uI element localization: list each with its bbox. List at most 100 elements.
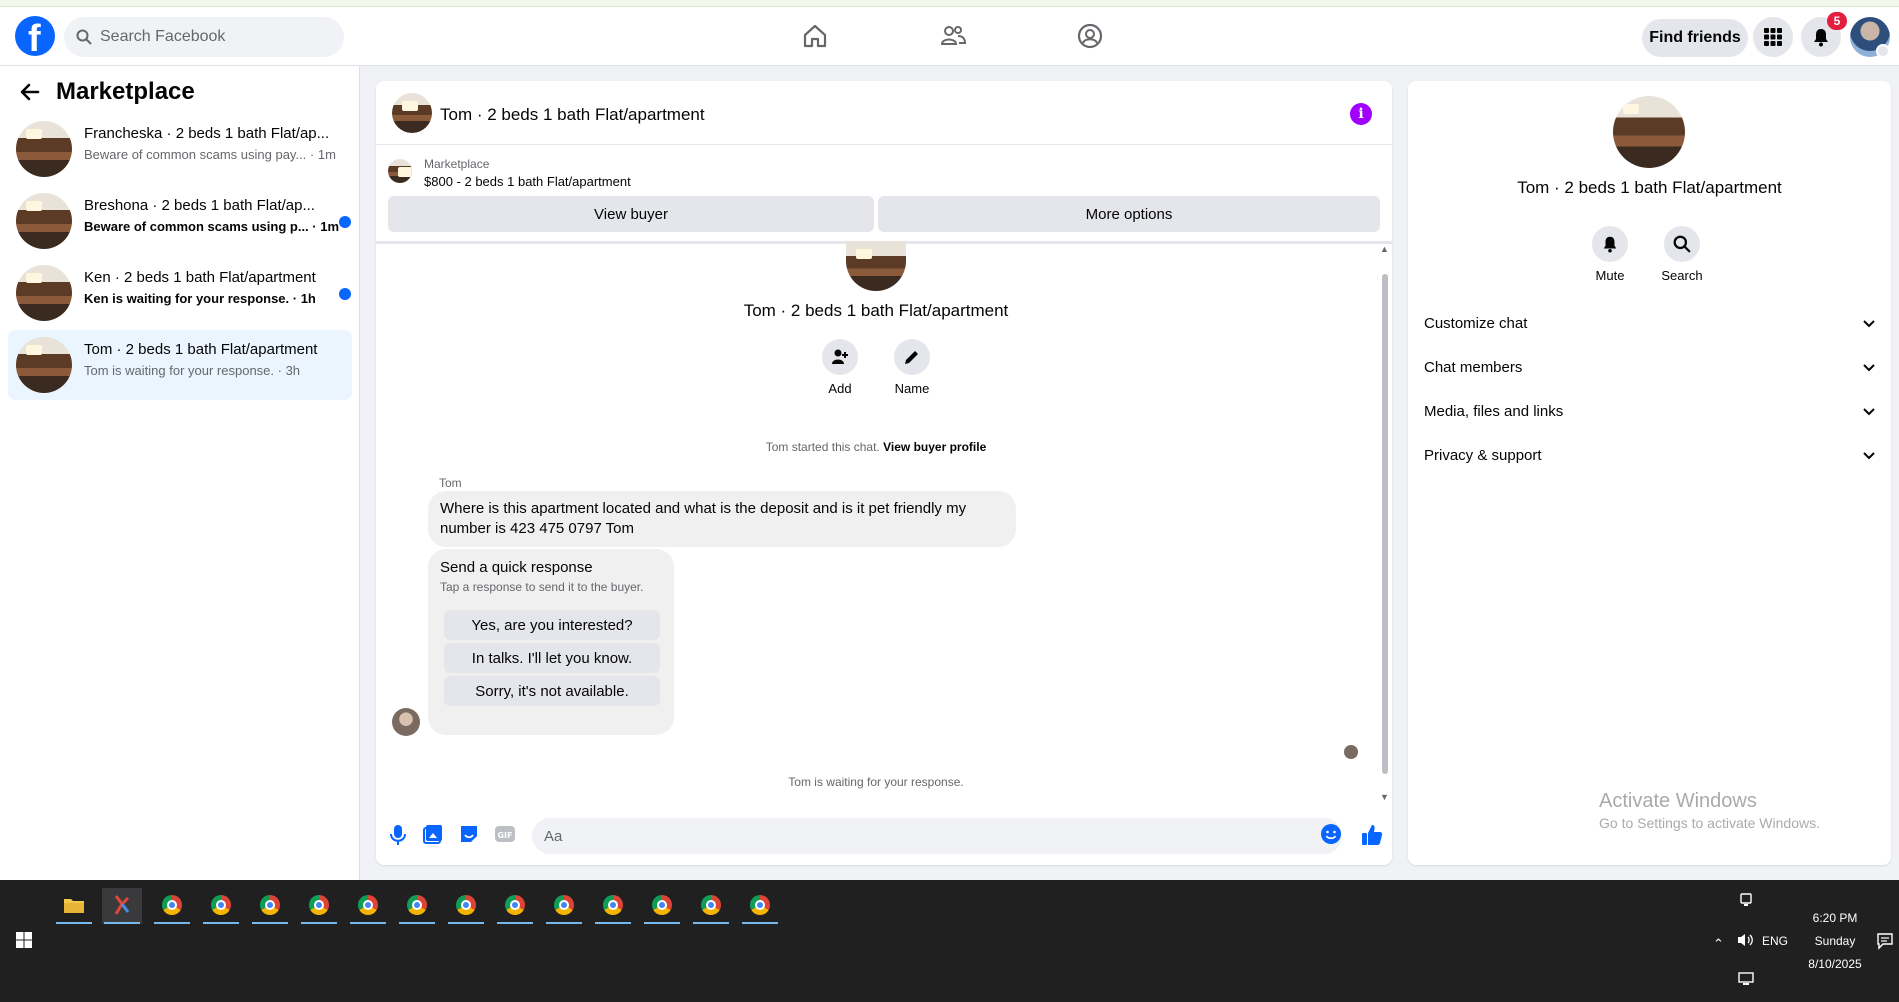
conversation-title: Ken · 2 beds 1 bath Flat/apartment [84,269,316,286]
quick-response-button[interactable]: Sorry, it's not available. [444,676,660,706]
quick-response-card: Send a quick response Tap a response to … [428,549,674,735]
search-action[interactable]: Search [1652,226,1712,283]
photo-icon[interactable] [422,823,444,845]
chat-title[interactable]: Tom · 2 beds 1 bath Flat/apartment [440,105,705,125]
chrome-taskbar-icon[interactable] [201,888,241,924]
emoji-icon[interactable] [1320,823,1342,845]
desktop-icon[interactable] [1738,972,1754,986]
message-input[interactable] [532,818,1342,854]
quick-response-button[interactable]: Yes, are you interested? [444,610,660,640]
chat-profile-image [846,241,906,291]
thumbs-up-icon[interactable] [1360,823,1384,847]
chrome-taskbar-icon[interactable] [250,888,290,924]
quick-response-subtitle: Tap a response to send it to the buyer. [440,580,644,594]
file-explorer-taskbar-icon[interactable] [54,888,94,924]
find-friends-button[interactable]: Find friends [1642,19,1748,57]
chrome-taskbar-icon[interactable] [642,888,682,924]
marketplace-label: Marketplace [424,157,490,171]
clock-day[interactable]: Sunday [1795,934,1875,948]
message-bubble[interactable]: Where is this apartment located and what… [428,491,1016,547]
conversation-item[interactable]: Breshona · 2 beds 1 bath Flat/ap... Bewa… [8,186,352,256]
search-box[interactable] [64,17,344,57]
back-arrow-icon[interactable] [18,80,42,104]
conversation-preview: Ken is waiting for your response. · 1h [84,291,316,306]
view-buyer-button[interactable]: View buyer [388,196,874,232]
info-icon[interactable]: i [1350,103,1372,125]
conversation-preview: Tom is waiting for your response. · 3h [84,363,301,378]
device-icon[interactable] [1738,892,1754,908]
microphone-icon[interactable] [388,823,408,847]
language-indicator[interactable]: ENG [1762,934,1788,948]
pencil-icon [905,351,918,364]
profile-circle-icon[interactable] [1076,22,1104,50]
scroll-down-icon[interactable]: ▼ [1380,792,1389,802]
sticker-icon[interactable] [458,823,480,845]
chrome-taskbar-icon[interactable] [299,888,339,924]
chat-name: Tom · 2 beds 1 bath Flat/apartment [1517,178,1782,197]
facebook-logo[interactable]: f [15,16,55,59]
home-icon[interactable] [801,22,829,50]
chat-members-section[interactable]: Chat members [1424,348,1876,388]
add-person-icon [832,349,848,364]
chrome-taskbar-icon[interactable] [740,888,780,924]
add-label: Add [828,381,852,396]
chrome-taskbar-icon[interactable] [495,888,535,924]
menu-button[interactable] [1753,17,1793,57]
chevron-down-icon[interactable] [1876,44,1890,58]
conversation-preview: Beware of common scams using p... · 1m [84,219,339,234]
conversation-item[interactable]: Francheska · 2 beds 1 bath Flat/ap... Be… [8,114,352,184]
customize-chat-section[interactable]: Customize chat [1424,304,1876,344]
clock-date[interactable]: 8/10/2025 [1795,957,1875,971]
conversation-item[interactable]: Ken · 2 beds 1 bath Flat/apartment Ken i… [8,258,352,328]
waiting-notice: Tom is waiting for your response. [788,775,964,789]
notification-center-icon[interactable] [1876,932,1894,950]
chrome-taskbar-icon[interactable] [348,888,388,924]
listing-summary[interactable]: Marketplace $800 - 2 beds 1 bath Flat/ap… [376,145,1392,197]
view-buyer-profile-link[interactable]: View buyer profile [883,440,986,454]
top-navigation-bar: f Find friends 5 [0,0,1899,66]
chat-header: Tom · 2 beds 1 bath Flat/apartment i [376,81,1392,145]
mute-action[interactable]: Mute [1580,226,1640,283]
quick-response-button[interactable]: In talks. I'll let you know. [444,643,660,673]
conversation-item-active[interactable]: Tom · 2 beds 1 bath Flat/apartment Tom i… [8,330,352,400]
listing-thumbnail [16,265,72,321]
page-title: Marketplace [56,78,195,105]
chrome-taskbar-icon[interactable] [691,888,731,924]
chrome-taskbar-icon[interactable] [593,888,633,924]
name-action[interactable]: Name [882,339,942,396]
clock-time[interactable]: 6:20 PM [1795,911,1875,925]
chrome-taskbar-icon[interactable] [397,888,437,924]
media-files-links-section[interactable]: Media, files and links [1424,392,1876,432]
privacy-support-section[interactable]: Privacy & support [1424,436,1876,476]
app-taskbar-icon[interactable] [102,888,142,924]
chrome-taskbar-icon[interactable] [544,888,584,924]
chat-started-notice: Tom started this chat. View buyer profil… [765,440,987,454]
chrome-taskbar-icon[interactable] [446,888,486,924]
grid-menu-icon [1764,28,1782,46]
more-options-button[interactable]: More options [878,196,1380,232]
gif-icon[interactable]: GIF [494,823,516,845]
conversation-preview: Beware of common scams using pay... · 1m [84,147,336,162]
search-label: Search [1661,268,1703,283]
chat-avatar[interactable] [392,93,432,133]
scroll-up-icon[interactable]: ▲ [1380,244,1389,254]
chat-name: Tom · 2 beds 1 bath Flat/apartment [743,301,1009,320]
name-label: Name [894,381,930,396]
friends-icon[interactable] [939,22,967,50]
chevron-down-icon [1863,452,1875,460]
scroll-thumb[interactable] [1382,274,1388,774]
activate-windows-watermark: Activate Windows [1599,790,1757,812]
chevron-down-icon [1863,408,1875,416]
search-input[interactable] [100,17,330,57]
add-member-action[interactable]: Add [810,339,870,396]
volume-icon[interactable] [1736,932,1754,948]
search-icon [76,29,92,45]
windows-start-icon[interactable] [16,932,32,948]
chevron-up-icon[interactable]: ⌃ [1713,936,1724,952]
conversation-title: Francheska · 2 beds 1 bath Flat/ap... [84,125,330,142]
chevron-down-icon [1863,320,1875,328]
chat-scrollbar[interactable]: ▲ ▼ [1380,244,1390,804]
notification-badge: 5 [1827,12,1847,30]
chrome-taskbar-icon[interactable] [152,888,192,924]
search-icon [1673,235,1691,253]
